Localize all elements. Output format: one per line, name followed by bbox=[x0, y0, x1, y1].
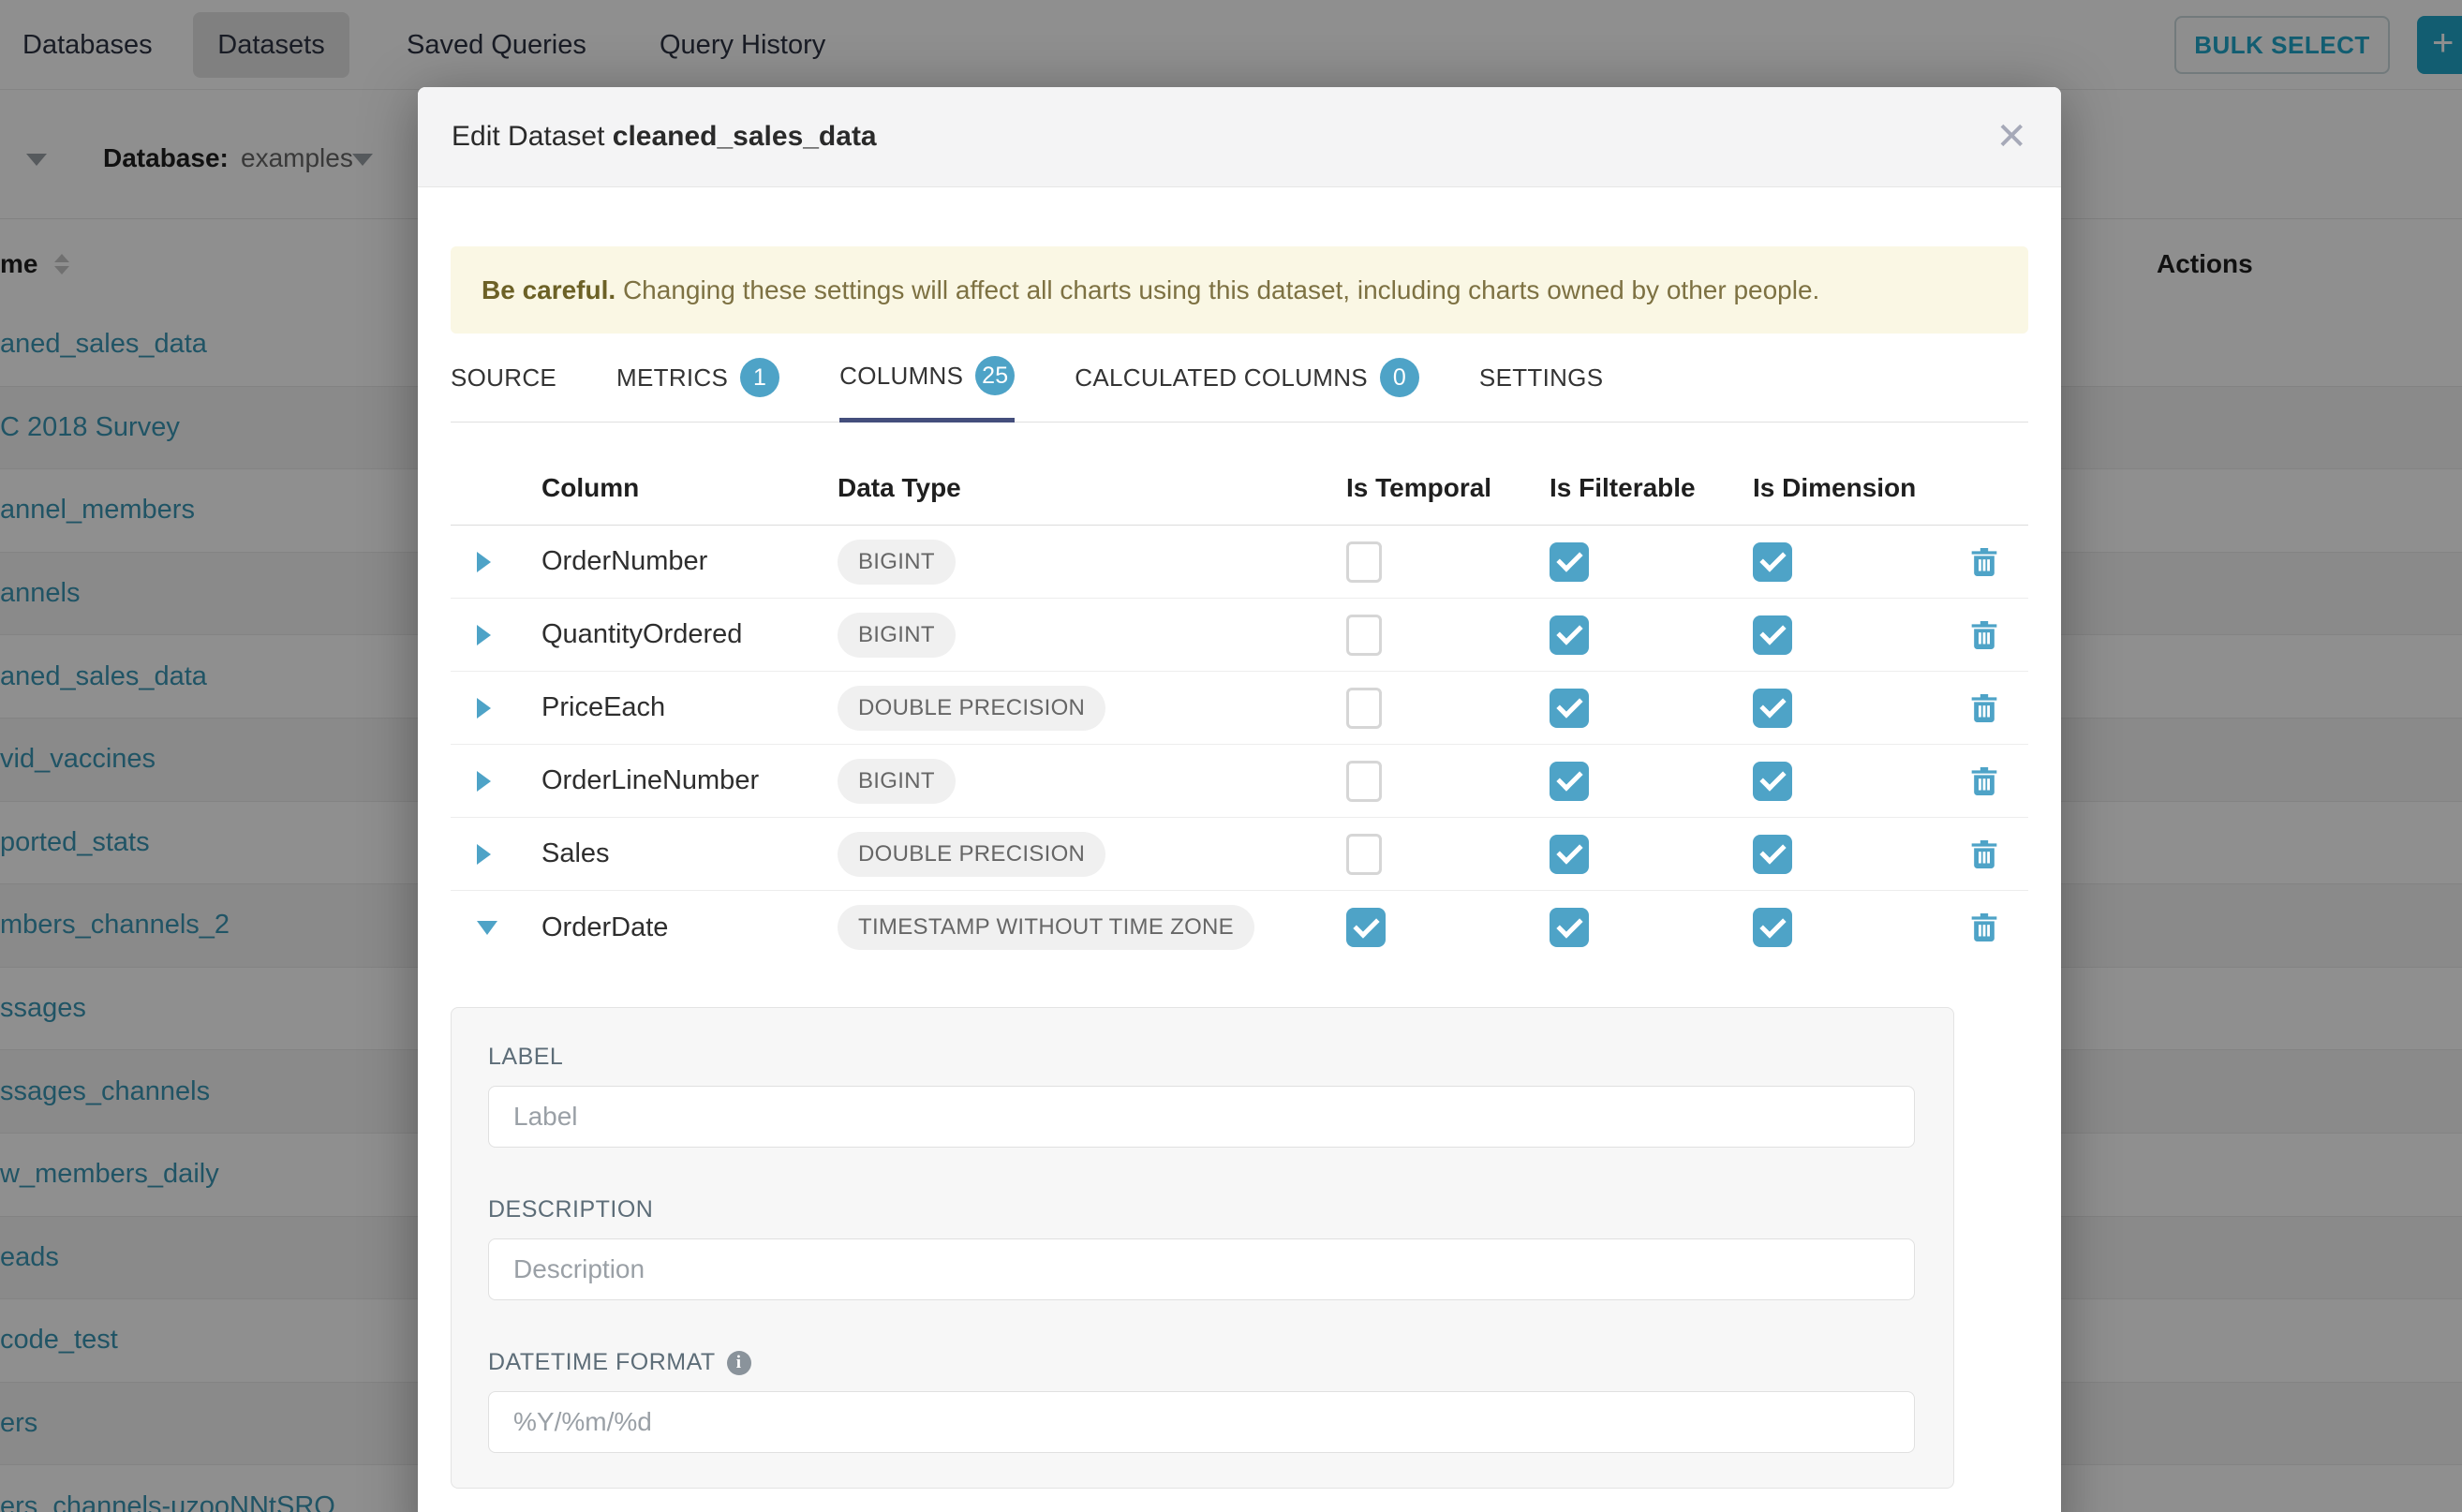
edit-dataset-modal: Edit Dataset cleaned_sales_data ✕ Be car… bbox=[418, 87, 2061, 1512]
modal-title-dataset-name: cleaned_sales_data bbox=[613, 121, 877, 152]
delete-column-icon[interactable] bbox=[1965, 907, 2003, 948]
data-type-pill: TIMESTAMP WITHOUT TIME ZONE bbox=[838, 905, 1254, 950]
modal-tabs: SOURCE METRICS 1 COLUMNS 25 CALCULATED C… bbox=[451, 334, 2028, 422]
columns-table-header: Column Data Type Is Temporal Is Filterab… bbox=[451, 451, 2028, 526]
data-type-pill: BIGINT bbox=[838, 540, 956, 585]
is-dimension-checkbox[interactable] bbox=[1753, 908, 1792, 947]
collapse-caret-icon[interactable] bbox=[477, 921, 497, 935]
column-row-priceeach: PriceEach DOUBLE PRECISION bbox=[451, 672, 2028, 745]
column-name: QuantityOrdered bbox=[541, 619, 838, 650]
info-icon[interactable]: i bbox=[727, 1351, 751, 1375]
expand-caret-icon[interactable] bbox=[477, 844, 491, 865]
column-row-orderdate: OrderDate TIMESTAMP WITHOUT TIME ZONE bbox=[451, 891, 2028, 964]
data-type-pill: BIGINT bbox=[838, 613, 956, 658]
label-field-label: LABEL bbox=[488, 1044, 1912, 1071]
is-filterable-checkbox[interactable] bbox=[1550, 908, 1589, 947]
modal-body: Be careful. Changing these settings will… bbox=[418, 246, 2061, 1489]
data-type-pill: DOUBLE PRECISION bbox=[838, 686, 1105, 731]
is-temporal-checkbox[interactable] bbox=[1346, 688, 1382, 729]
is-temporal-checkbox[interactable] bbox=[1346, 834, 1382, 875]
description-input[interactable] bbox=[488, 1238, 1915, 1300]
close-icon[interactable]: ✕ bbox=[1995, 87, 2027, 187]
delete-column-icon[interactable] bbox=[1965, 615, 2003, 656]
is-filterable-checkbox[interactable] bbox=[1550, 762, 1589, 801]
header-is-temporal: Is Temporal bbox=[1346, 473, 1550, 503]
column-name: Sales bbox=[541, 838, 838, 869]
is-dimension-checkbox[interactable] bbox=[1753, 762, 1792, 801]
header-column: Column bbox=[541, 473, 838, 503]
is-temporal-checkbox[interactable] bbox=[1346, 615, 1382, 656]
is-temporal-checkbox[interactable] bbox=[1346, 761, 1382, 802]
header-data-type: Data Type bbox=[838, 473, 1346, 503]
columns-count-badge: 25 bbox=[975, 356, 1015, 395]
delete-column-icon[interactable] bbox=[1965, 761, 2003, 802]
expand-caret-icon[interactable] bbox=[477, 771, 491, 792]
columns-table: Column Data Type Is Temporal Is Filterab… bbox=[451, 451, 2028, 964]
data-type-pill: DOUBLE PRECISION bbox=[838, 832, 1105, 877]
delete-column-icon[interactable] bbox=[1965, 688, 2003, 729]
header-is-dimension: Is Dimension bbox=[1753, 473, 1940, 503]
warning-text: Be careful. Changing these settings will… bbox=[482, 275, 1819, 305]
header-is-filterable: Is Filterable bbox=[1550, 473, 1753, 503]
is-filterable-checkbox[interactable] bbox=[1550, 615, 1589, 655]
column-row-ordernumber: OrderNumber BIGINT bbox=[451, 526, 2028, 599]
tab-calculated-columns[interactable]: CALCULATED COLUMNS 0 bbox=[1075, 334, 1419, 422]
is-dimension-checkbox[interactable] bbox=[1753, 835, 1792, 874]
delete-column-icon[interactable] bbox=[1965, 541, 2003, 583]
column-name: OrderLineNumber bbox=[541, 765, 838, 796]
calculated-columns-count-badge: 0 bbox=[1380, 358, 1419, 397]
column-name: OrderDate bbox=[541, 912, 838, 943]
description-field-label: DESCRIPTION bbox=[488, 1196, 1912, 1223]
is-dimension-checkbox[interactable] bbox=[1753, 615, 1792, 655]
expand-caret-icon[interactable] bbox=[477, 698, 491, 719]
is-temporal-checkbox[interactable] bbox=[1346, 908, 1386, 947]
datetime-format-field-label: DATETIME FORMAT i bbox=[488, 1349, 1912, 1376]
is-filterable-checkbox[interactable] bbox=[1550, 689, 1589, 728]
tab-source[interactable]: SOURCE bbox=[451, 334, 556, 422]
column-row-orderlinenumber: OrderLineNumber BIGINT bbox=[451, 745, 2028, 818]
tab-columns[interactable]: COLUMNS 25 bbox=[839, 334, 1015, 422]
metrics-count-badge: 1 bbox=[740, 358, 779, 397]
datetime-format-input[interactable] bbox=[488, 1391, 1915, 1453]
column-row-quantityordered: QuantityOrdered BIGINT bbox=[451, 599, 2028, 672]
modal-title: Edit Dataset cleaned_sales_data bbox=[452, 121, 877, 153]
is-filterable-checkbox[interactable] bbox=[1550, 835, 1589, 874]
column-row-sales: Sales DOUBLE PRECISION bbox=[451, 818, 2028, 891]
expand-caret-icon[interactable] bbox=[477, 625, 491, 645]
delete-column-icon[interactable] bbox=[1965, 834, 2003, 875]
modal-title-prefix: Edit Dataset bbox=[452, 121, 613, 152]
column-name: PriceEach bbox=[541, 692, 838, 723]
warning-banner: Be careful. Changing these settings will… bbox=[451, 246, 2028, 334]
is-temporal-checkbox[interactable] bbox=[1346, 541, 1382, 583]
tab-settings[interactable]: SETTINGS bbox=[1479, 334, 1603, 422]
warning-bold: Be careful. bbox=[482, 275, 616, 304]
data-type-pill: BIGINT bbox=[838, 759, 956, 804]
is-dimension-checkbox[interactable] bbox=[1753, 542, 1792, 582]
is-dimension-checkbox[interactable] bbox=[1753, 689, 1792, 728]
tab-metrics[interactable]: METRICS 1 bbox=[616, 334, 779, 422]
column-detail-panel: LABEL DESCRIPTION DATETIME FORMAT i bbox=[451, 1007, 1954, 1489]
expand-caret-icon[interactable] bbox=[477, 552, 491, 572]
is-filterable-checkbox[interactable] bbox=[1550, 542, 1589, 582]
column-name: OrderNumber bbox=[541, 546, 838, 577]
modal-header: Edit Dataset cleaned_sales_data ✕ bbox=[418, 87, 2061, 187]
label-input[interactable] bbox=[488, 1086, 1915, 1148]
